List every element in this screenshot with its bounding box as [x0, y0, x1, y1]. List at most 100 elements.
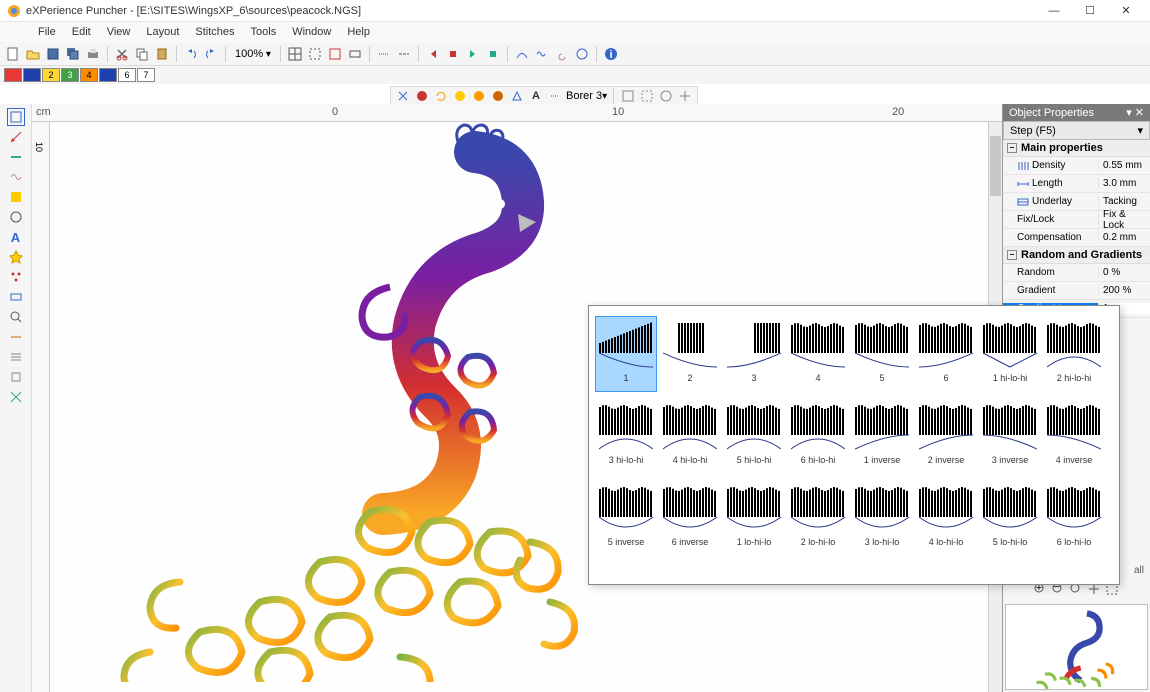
line-tool-icon[interactable]	[7, 148, 25, 166]
gradient-option-7[interactable]: 1 hi-lo-hi	[979, 316, 1041, 392]
gradient-option-21[interactable]: 3 lo-hi-lo	[851, 480, 913, 556]
gradient-option-19[interactable]: 1 lo-hi-lo	[723, 480, 785, 556]
stitch-icon[interactable]	[547, 88, 563, 104]
color-1[interactable]	[4, 68, 22, 82]
save-icon[interactable]	[44, 45, 62, 63]
gradient-option-4[interactable]: 4	[787, 316, 849, 392]
menu-layout[interactable]: Layout	[138, 24, 187, 40]
preview-thumbnail[interactable]	[1005, 604, 1148, 690]
menu-window[interactable]: Window	[284, 24, 339, 40]
prop-value[interactable]: Fix & Lock	[1098, 209, 1150, 231]
shape-tool-icon[interactable]	[7, 208, 25, 226]
node-tool-icon[interactable]	[7, 128, 25, 146]
gradient-option-10[interactable]: 4 hi-lo-hi	[659, 398, 721, 474]
curve-icon[interactable]	[513, 45, 531, 63]
wave-icon[interactable]	[533, 45, 551, 63]
borer-combo[interactable]: Borer 3 ▾	[566, 88, 607, 104]
color-5[interactable]: 4	[80, 68, 98, 82]
gradient-option-24[interactable]: 6 lo-hi-lo	[1043, 480, 1105, 556]
color-6[interactable]	[99, 68, 117, 82]
sel2-icon[interactable]	[639, 88, 655, 104]
spiral-icon[interactable]	[553, 45, 571, 63]
close-button[interactable]: ✕	[1108, 1, 1144, 21]
saveall-icon[interactable]	[64, 45, 82, 63]
gradient-option-22[interactable]: 4 lo-hi-lo	[915, 480, 977, 556]
gradient-option-13[interactable]: 1 inverse	[851, 398, 913, 474]
measure-tool-icon[interactable]	[7, 328, 25, 346]
cut-icon[interactable]	[113, 45, 131, 63]
menu-tools[interactable]: Tools	[243, 24, 285, 40]
align-tool-icon[interactable]	[7, 348, 25, 366]
minimize-button[interactable]: —	[1036, 1, 1072, 21]
prop-value[interactable]: 200 %	[1098, 285, 1150, 296]
menu-file[interactable]: File	[30, 24, 64, 40]
prop-value[interactable]: 3.0 mm	[1098, 178, 1150, 189]
more-tool-icon[interactable]	[7, 368, 25, 386]
stop-icon[interactable]	[414, 88, 430, 104]
rect-tool-icon[interactable]	[7, 288, 25, 306]
gradient-option-3[interactable]: 3	[723, 316, 785, 392]
nav-last-icon[interactable]	[484, 45, 502, 63]
dash1-icon[interactable]	[375, 45, 393, 63]
select-tool-icon[interactable]	[7, 108, 25, 126]
gradient-option-11[interactable]: 5 hi-lo-hi	[723, 398, 785, 474]
redo-icon[interactable]	[202, 45, 220, 63]
sel4-icon[interactable]	[677, 88, 693, 104]
rect-icon[interactable]	[346, 45, 364, 63]
scissors-icon[interactable]	[395, 88, 411, 104]
scrollbar-thumb[interactable]	[990, 136, 1001, 196]
zoom-combo[interactable]: 100% ▾	[231, 48, 275, 60]
gradient-option-20[interactable]: 2 lo-hi-lo	[787, 480, 849, 556]
gradient-option-12[interactable]: 6 hi-lo-hi	[787, 398, 849, 474]
new-icon[interactable]	[4, 45, 22, 63]
star-tool-icon[interactable]	[7, 248, 25, 266]
maximize-button[interactable]: ☐	[1072, 1, 1108, 21]
collapse-icon[interactable]: −	[1007, 250, 1017, 260]
gradient-option-9[interactable]: 3 hi-lo-hi	[595, 398, 657, 474]
color-7[interactable]: 6	[118, 68, 136, 82]
prop-value[interactable]: 0.2 mm	[1098, 232, 1150, 243]
gradient-option-1[interactable]: 1	[595, 316, 657, 392]
prop-row-compensation[interactable]: Compensation0.2 mm	[1003, 229, 1150, 247]
open-icon[interactable]	[24, 45, 42, 63]
circle-icon[interactable]	[573, 45, 591, 63]
collapse-icon[interactable]: −	[1007, 143, 1017, 153]
gradient-option-5[interactable]: 5	[851, 316, 913, 392]
dots-tool-icon[interactable]	[7, 268, 25, 286]
shape-icon[interactable]	[509, 88, 525, 104]
panel-pin-icon[interactable]: ▾ ✕	[1126, 106, 1144, 119]
paste-icon[interactable]	[153, 45, 171, 63]
section-main-properties[interactable]: − Main properties	[1003, 140, 1150, 157]
menu-view[interactable]: View	[99, 24, 139, 40]
swatch3-icon[interactable]	[490, 88, 506, 104]
print-icon[interactable]	[84, 45, 102, 63]
sel3-icon[interactable]	[658, 88, 674, 104]
swatch1-icon[interactable]	[452, 88, 468, 104]
grid-icon[interactable]	[286, 45, 304, 63]
gradient-option-17[interactable]: 5 inverse	[595, 480, 657, 556]
menu-stitches[interactable]: Stitches	[187, 24, 242, 40]
menu-help[interactable]: Help	[339, 24, 378, 40]
gradient-option-2[interactable]: 2	[659, 316, 721, 392]
prop-row-random[interactable]: Random0 %	[1003, 264, 1150, 282]
gradient-option-16[interactable]: 4 inverse	[1043, 398, 1105, 474]
prop-row-gradient[interactable]: Gradient200 %	[1003, 282, 1150, 300]
color-3[interactable]: 2	[42, 68, 60, 82]
fill-tool-icon[interactable]	[7, 188, 25, 206]
prop-row-density[interactable]: Density0.55 mm	[1003, 157, 1150, 175]
marquee-icon[interactable]	[326, 45, 344, 63]
swatch2-icon[interactable]	[471, 88, 487, 104]
sel1-icon[interactable]	[620, 88, 636, 104]
gradient-option-18[interactable]: 6 inverse	[659, 480, 721, 556]
dash2-icon[interactable]	[395, 45, 413, 63]
wave-tool-icon[interactable]	[7, 168, 25, 186]
info-icon[interactable]: i	[602, 45, 620, 63]
nav-next-icon[interactable]	[464, 45, 482, 63]
gradient-option-8[interactable]: 2 hi-lo-hi	[1043, 316, 1105, 392]
color-2[interactable]	[23, 68, 41, 82]
section-random-gradients[interactable]: − Random and Gradients	[1003, 247, 1150, 264]
prop-row-fixlock[interactable]: Fix/LockFix & Lock	[1003, 211, 1150, 229]
outline-icon[interactable]	[306, 45, 324, 63]
undo-icon[interactable]	[182, 45, 200, 63]
gradient-option-6[interactable]: 6	[915, 316, 977, 392]
